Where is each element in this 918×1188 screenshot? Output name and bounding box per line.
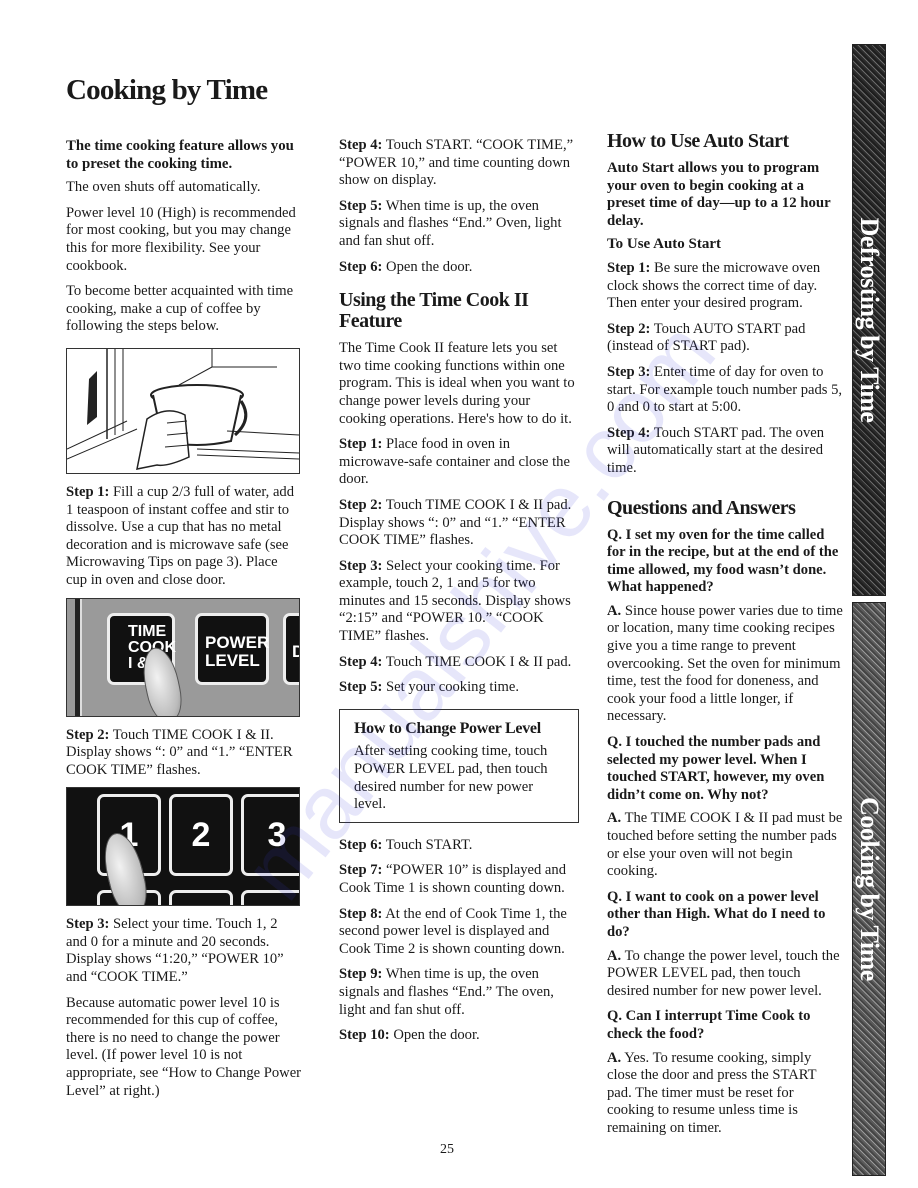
time-cook-ii-step-5: Step 5: Set your cooking time. xyxy=(339,679,519,696)
callout-text: After setting cooking time, touch POWER … xyxy=(354,743,548,813)
page-title: Cooking by Time xyxy=(66,74,268,106)
qa-answer: A. Since house power varies due to time … xyxy=(607,602,843,725)
power-level-pad: POWER LEVEL xyxy=(195,612,269,685)
qa-answer: A. The TIME COOK I & II pad must be touc… xyxy=(607,810,843,880)
time-cook-ii-step-2: Step 2: Touch TIME COOK I & II pad. Disp… xyxy=(339,496,572,549)
defrost-pad-partial: DE xyxy=(283,612,299,685)
qa-item: Q. Can I interrupt Time Cook to check th… xyxy=(607,1008,843,1137)
time-cook-ii-step-7: Step 7: “POWER 10” is displayed and Cook… xyxy=(339,862,566,896)
hand-holding-cup-icon xyxy=(67,348,299,470)
auto-start-heading: How to Use Auto Start xyxy=(607,130,789,152)
column-2: Step 4: Touch START. “COOK TIME,” “POWER… xyxy=(339,137,579,1053)
panel-edge xyxy=(75,598,82,716)
time-cook-ii-intro: The Time Cook II feature lets you set tw… xyxy=(339,340,575,427)
time-cook-ii-step-10: Step 10: Open the door. xyxy=(339,1027,480,1044)
section-tab-defrosting[interactable]: Defrosting by Time xyxy=(852,44,886,596)
auto-start-step-3: Step 3: Enter time of day for oven to st… xyxy=(607,363,843,416)
intro-paragraph: The oven shuts off automatically. xyxy=(66,179,261,196)
auto-start-subheading: To Use Auto Start xyxy=(607,236,722,253)
intro-lead: The time cooking feature allows you to p… xyxy=(66,138,294,172)
qa-answer: A. To change the power level, touch the … xyxy=(607,947,840,999)
closing-note: Because automatic power level 10 is reco… xyxy=(66,994,302,1099)
column-1: The time cooking feature allows you to p… xyxy=(66,138,302,1108)
power-level-callout: How to Change Power Level After setting … xyxy=(339,708,579,823)
section-tab-cooking[interactable]: Cooking by Time xyxy=(852,602,886,1176)
time-cook-ii-step-9: Step 9: When time is up, the oven signal… xyxy=(339,966,554,1018)
time-cook-ii-heading: Using the Time Cook II Feature xyxy=(339,289,529,333)
callout-title: How to Change Power Level xyxy=(354,719,541,737)
auto-start-lead: Auto Start allows you to program your ov… xyxy=(607,160,831,229)
auto-start-step-4: Step 4: Touch START pad. The oven will a… xyxy=(607,424,825,476)
page-number: 25 xyxy=(440,1142,454,1157)
qa-item: Q. I touched the number pads and selecte… xyxy=(607,734,843,881)
time-cook-ii-step-3: Step 3: Select your cooking time. For ex… xyxy=(339,557,571,645)
qa-question: Q. I set my oven for the time called for… xyxy=(607,526,839,596)
time-cook-ii-step-8: Step 8: At the end of Cook Time 1, the s… xyxy=(339,905,567,957)
section-tab-label: Cooking by Time xyxy=(855,797,884,981)
intro-paragraph: Power level 10 (High) is recommended for… xyxy=(66,204,296,274)
time-cook-ii-step-6: Step 6: Touch START. xyxy=(339,836,473,853)
coffee-step-2: Step 2: Touch TIME COOK I & II. Display … xyxy=(66,726,293,778)
auto-start-step-1: Step 1: Be sure the microwave oven clock… xyxy=(607,259,821,312)
number-pad-row2 xyxy=(241,890,299,906)
coffee-step-6: Step 6: Open the door. xyxy=(339,258,473,275)
qa-question: Q. Can I interrupt Time Cook to check th… xyxy=(607,1008,811,1042)
auto-start-step-2: Step 2: Touch AUTO START pad (instead of… xyxy=(607,320,806,355)
time-cook-ii-step-4: Step 4: Touch TIME COOK I & II pad. xyxy=(339,653,572,670)
section-tab-label: Defrosting by Time xyxy=(855,217,884,423)
time-cook-ii-step-1: Step 1: Place food in oven in microwave-… xyxy=(339,436,570,488)
coffee-step-3: Step 3: Select your time. Touch 1, 2 and… xyxy=(66,916,284,986)
column-3: How to Use Auto Start Auto Start allows … xyxy=(607,131,843,1146)
number-pad-row2 xyxy=(169,890,233,906)
qa-item: Q. I want to cook on a power level other… xyxy=(607,889,843,1001)
qa-question: Q. I touched the number pads and selecte… xyxy=(607,734,825,803)
intro-paragraph: To become better acquainted with time co… xyxy=(66,283,294,335)
qa-item: Q. I set my oven for the time called for… xyxy=(607,527,843,727)
qa-answer: A. Yes. To resume cooking, simply close … xyxy=(607,1049,817,1136)
coffee-step-5: Step 5: When time is up, the oven signal… xyxy=(339,197,562,249)
time-cook-pad-illustration: TIME COOK I & POWER LEVEL DE xyxy=(66,597,300,717)
cup-in-oven-illustration xyxy=(66,347,300,474)
number-pad-3: 3 xyxy=(241,794,299,877)
number-pad-2: 2 xyxy=(169,794,233,877)
coffee-step-4: Step 4: Touch START. “COOK TIME,” “POWER… xyxy=(339,137,574,189)
qa-heading: Questions and Answers xyxy=(607,496,796,519)
number-pad-illustration: 1 2 3 xyxy=(66,787,300,907)
qa-question: Q. I want to cook on a power level other… xyxy=(607,888,826,940)
coffee-step-1: Step 1: Fill a cup 2/3 full of water, ad… xyxy=(66,483,295,588)
